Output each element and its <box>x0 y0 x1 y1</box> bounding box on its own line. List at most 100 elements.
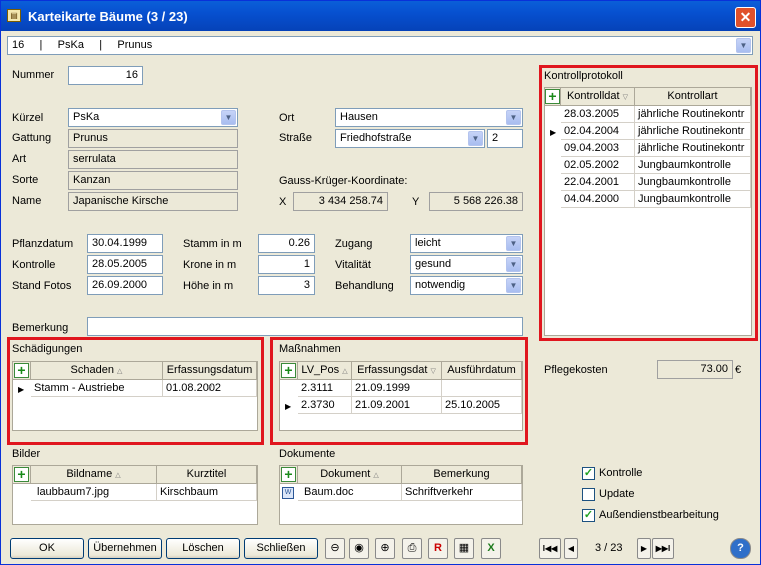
behandlung-value: notwendig <box>415 279 466 291</box>
art-field[interactable]: serrulata <box>68 150 238 169</box>
chevron-down-icon[interactable]: ▼ <box>468 131 483 146</box>
uebernehmen-button[interactable]: Übernehmen <box>88 538 162 559</box>
zugang-value: leicht <box>415 237 441 249</box>
hoehe-field[interactable]: 3 <box>258 276 315 295</box>
col-bemerkung[interactable]: Bemerkung <box>402 466 522 484</box>
close-button[interactable]: ✕ <box>735 7 756 28</box>
loeschen-button[interactable]: Löschen <box>166 538 240 559</box>
record-selector-value: 16 | PsKa | Prunus <box>12 39 153 51</box>
gattung-field[interactable]: Prunus <box>68 129 238 148</box>
gk-x-label: X <box>279 196 287 208</box>
print-icon[interactable]: ⎙ <box>402 538 422 559</box>
gk-y-label: Y <box>412 196 420 208</box>
strasse-combo[interactable]: Friedhofstraße ▼ <box>335 129 485 148</box>
next-record-icon[interactable]: ▶ <box>637 538 651 559</box>
zugang-combo[interactable]: leicht ▼ <box>410 234 523 253</box>
chevron-down-icon[interactable]: ▼ <box>221 110 236 125</box>
aussendienst-check-label: Außendienstbearbeitung <box>599 509 719 521</box>
table-cell[interactable]: Schriftverkehr <box>402 484 522 501</box>
gk-label: Gauss-Krüger-Koordinate: <box>279 175 408 187</box>
record-position: 3 / 23 <box>595 542 623 554</box>
title-bar[interactable]: ▤ Karteikarte Bäume (3 / 23) ✕ <box>1 1 760 31</box>
kuerzel-combo[interactable]: PsKa ▼ <box>68 108 238 127</box>
col-label: Bildname <box>66 468 113 480</box>
book-icon: ▤ <box>7 9 21 22</box>
sorte-field[interactable]: Kanzan <box>68 171 238 190</box>
kontrolle-field[interactable]: 28.05.2005 <box>87 255 163 274</box>
first-record-icon[interactable]: I◀◀ <box>539 538 561 559</box>
ok-button[interactable]: OK <box>10 538 84 559</box>
update-check-label: Update <box>599 488 635 500</box>
bilder-title: Bilder <box>12 448 41 460</box>
pflegekosten-label: Pflegekosten <box>544 364 608 376</box>
update-checkbox[interactable] <box>582 488 595 501</box>
help-icon[interactable]: ? <box>730 538 751 559</box>
main-window: ▤ Karteikarte Bäume (3 / 23) ✕ 16 | PsKa… <box>0 0 761 565</box>
table-corner: + <box>280 466 298 484</box>
add-icon[interactable]: + <box>281 467 296 482</box>
stamm-label: Stamm in m <box>183 238 242 250</box>
kontrolle-checkbox[interactable]: ✓ <box>582 467 595 480</box>
gk-x-field[interactable]: 3 434 258.74 <box>293 192 388 211</box>
chevron-down-icon[interactable]: ▼ <box>736 38 751 53</box>
report-icon[interactable]: R <box>428 538 448 559</box>
prev-record-icon[interactable]: ◀ <box>564 538 578 559</box>
col-label: Dokument <box>320 468 371 480</box>
col-dokument[interactable]: Dokument △ <box>298 466 402 484</box>
col-kurztitel[interactable]: Kurztitel <box>157 466 257 484</box>
dokumente-table[interactable]: + Dokument △ Bemerkung W Baum.doc Schrif… <box>279 465 523 525</box>
nummer-field[interactable]: 16 <box>68 66 143 85</box>
stamm-field[interactable]: 0.26 <box>258 234 315 253</box>
sorte-label: Sorte <box>12 174 39 186</box>
col-label: Bemerkung <box>433 468 490 480</box>
pflanzdatum-field[interactable]: 30.04.1999 <box>87 234 163 253</box>
bemerkung-field[interactable] <box>87 317 523 336</box>
add-icon[interactable]: + <box>14 467 29 482</box>
table-cell[interactable]: Baum.doc <box>298 484 402 501</box>
table-cell[interactable]: laubbaum7.jpg <box>31 484 157 501</box>
krone-field[interactable]: 1 <box>258 255 315 274</box>
bilder-table[interactable]: + Bildname △ Kurztitel laubbaum7.jpg Kir… <box>12 465 258 525</box>
ort-combo[interactable]: Hausen ▼ <box>335 108 523 127</box>
gk-y-field[interactable]: 5 568 226.38 <box>429 192 523 211</box>
last-record-icon[interactable]: ▶▶I <box>652 538 674 559</box>
chevron-down-icon[interactable]: ▼ <box>506 110 521 125</box>
dokumente-title: Dokumente <box>279 448 336 460</box>
zugang-label: Zugang <box>335 238 373 250</box>
table-corner: + <box>13 466 31 484</box>
behandlung-combo[interactable]: notwendig ▼ <box>410 276 523 295</box>
pflanzdatum-label: Pflanzdatum <box>12 238 74 250</box>
table-cell[interactable]: Kirschbaum <box>157 484 257 501</box>
pflegekosten-field[interactable]: 73.00 <box>657 360 733 379</box>
name-label: Name <box>12 195 42 207</box>
chevron-down-icon[interactable]: ▼ <box>506 257 521 272</box>
kontrolle-label: Kontrolle <box>12 259 56 271</box>
zoom-out-icon[interactable]: ⊖ <box>325 538 345 559</box>
ort-value: Hausen <box>340 111 378 123</box>
hausnummer-field[interactable]: 2 <box>487 129 523 148</box>
aussendienst-checkbox[interactable]: ✓ <box>582 509 595 522</box>
window-title: Karteikarte Bäume (3 / 23) <box>28 9 188 24</box>
chevron-down-icon[interactable]: ▼ <box>506 236 521 251</box>
schliessen-button[interactable]: Schließen <box>244 538 318 559</box>
name-field[interactable]: Japanische Kirsche <box>68 192 238 211</box>
excel-icon[interactable]: X <box>481 538 501 559</box>
vitalitaet-combo[interactable]: gesund ▼ <box>410 255 523 274</box>
pflegekosten-unit: € <box>735 364 742 376</box>
eye-icon[interactable]: ◉ <box>349 538 369 559</box>
zoom-in-icon[interactable]: ⊕ <box>375 538 395 559</box>
gattung-label: Gattung <box>12 132 52 144</box>
highlight-massnahmen <box>270 337 528 445</box>
kontrolle-check-label: Kontrolle <box>599 467 643 479</box>
hoehe-label: Höhe in m <box>183 280 234 292</box>
art-label: Art <box>12 153 27 165</box>
record-selector[interactable]: 16 | PsKa | Prunus ▼ <box>7 36 753 55</box>
nummer-label: Nummer <box>12 69 55 81</box>
table-view-icon[interactable]: ▦ <box>454 538 474 559</box>
strasse-label: Straße <box>279 132 313 144</box>
chevron-down-icon[interactable]: ▼ <box>506 278 521 293</box>
vitalitaet-label: Vitalität <box>335 259 371 271</box>
stand-fotos-field[interactable]: 26.09.2000 <box>87 276 163 295</box>
col-bildname[interactable]: Bildname △ <box>31 466 157 484</box>
behandlung-label: Behandlung <box>335 280 394 292</box>
